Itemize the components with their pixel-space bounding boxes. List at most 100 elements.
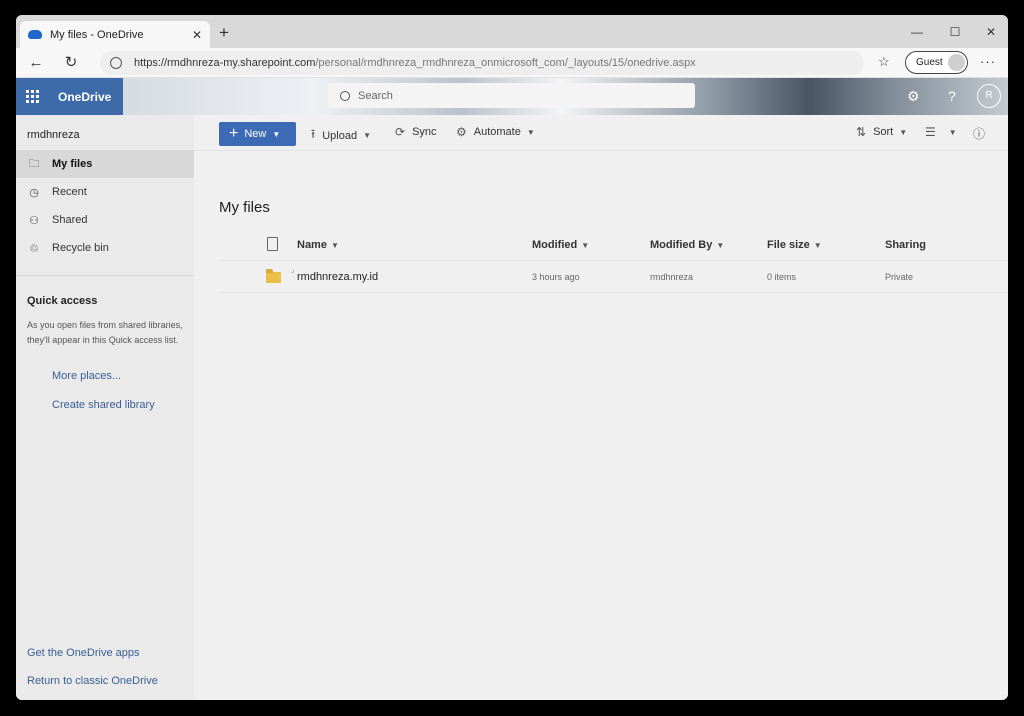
url-input[interactable]: https://rmdhnreza-my.sharepoint.com/pers… (100, 51, 864, 75)
new-label: New (244, 128, 267, 140)
sort-icon: ⇅ (856, 125, 867, 139)
file-modified-by: rmdhnreza (650, 272, 694, 282)
favorites-star-icon[interactable]: ☆ (878, 54, 890, 70)
tab-close-icon[interactable]: ✕ (192, 28, 202, 42)
onedrive-cloud-icon (28, 30, 42, 39)
upload-button[interactable]: ⭱ Upload ▼ (311, 125, 371, 146)
file-type-icon[interactable] (267, 237, 278, 251)
column-file-size-label: File size (767, 239, 810, 251)
help-icon[interactable]: ? (948, 88, 956, 104)
view-options-button[interactable]: ☰ ▼ (925, 125, 957, 139)
url-host: https://rmdhnreza-my.sharepoint.com (134, 57, 316, 69)
classic-onedrive-link[interactable]: Return to classic OneDrive (27, 675, 158, 687)
minimize-button[interactable]: — (906, 22, 928, 42)
account-avatar[interactable]: R (977, 84, 1001, 108)
quick-access-description: As you open files from shared libraries,… (27, 320, 183, 345)
suite-header: OneDrive Search ⚙ ? R (16, 78, 1008, 115)
maximize-button[interactable]: ☐ (944, 22, 966, 42)
new-tab-button[interactable]: + (214, 21, 234, 45)
chevron-down-icon: ▼ (716, 241, 725, 250)
sidebar-item-label: Recycle bin (52, 242, 109, 254)
url-text: https://rmdhnreza-my.sharepoint.com/pers… (134, 57, 696, 69)
sidebar-item-label: Recent (52, 186, 87, 198)
column-file-size[interactable]: File size ▼ (767, 239, 822, 251)
column-name[interactable]: Name ▼ (297, 239, 339, 251)
list-view-icon: ☰ (925, 125, 936, 139)
more-places-link[interactable]: More places... (52, 370, 121, 382)
address-bar-row: ← ↻ https://rmdhnreza-my.sharepoint.com/… (16, 48, 1008, 78)
chevron-down-icon: ▼ (363, 131, 371, 140)
chevron-down-icon: ▼ (330, 241, 339, 250)
plus-icon: + (229, 125, 239, 142)
sidebar-item-shared[interactable]: ⚇ Shared (16, 206, 194, 234)
info-button[interactable]: ⓘ (973, 125, 992, 142)
sort-label: Sort (873, 126, 894, 138)
tab-title: My files - OneDrive (50, 28, 144, 41)
sort-button[interactable]: ⇅ Sort ▼ (856, 125, 907, 139)
browser-window: My files - OneDrive ✕ + — ☐ ✕ ← ↻ https:… (16, 15, 1008, 700)
upload-label: Upload (322, 129, 358, 142)
user-name: rmdhnreza (27, 129, 80, 141)
sync-icon: ⟳ (395, 125, 406, 139)
profile-button[interactable]: Guest (905, 51, 968, 74)
chevron-down-icon: ▼ (899, 127, 908, 137)
back-arrow-icon[interactable]: ← (25, 52, 47, 74)
chevron-down-icon: ▼ (813, 241, 822, 250)
info-icon: ⓘ (973, 127, 986, 141)
chevron-down-icon: ▼ (272, 129, 281, 139)
chevron-down-icon: ▼ (948, 127, 957, 137)
sidebar-divider (16, 275, 194, 276)
folder-icon (266, 269, 281, 283)
column-modified-label: Modified (532, 239, 578, 251)
sidebar-item-recent[interactable]: ◷ Recent (16, 178, 194, 206)
column-modified[interactable]: Modified ▼ (532, 239, 589, 251)
sidebar-item-label: My files (52, 158, 93, 170)
column-modified-by[interactable]: Modified By ▼ (650, 239, 724, 251)
more-options-icon[interactable]: ··· (980, 54, 996, 69)
chevron-down-icon: ▼ (581, 241, 590, 250)
get-apps-link[interactable]: Get the OneDrive apps (27, 647, 140, 659)
shared-indicator-icon: ⌟ (291, 267, 295, 274)
clock-icon: ◷ (29, 186, 39, 199)
trash-icon: ♲ (29, 242, 39, 255)
browser-tab[interactable]: My files - OneDrive ✕ (20, 21, 210, 48)
table-row[interactable]: ⌟ rmdhnreza.my.id 3 hours ago rmdhnreza … (219, 260, 1008, 293)
sync-button[interactable]: ⟳ Sync (395, 125, 437, 139)
settings-gear-icon[interactable]: ⚙ (907, 88, 920, 105)
main-content: + New ▼ ⭱ Upload ▼ ⟳ Sync ⚙ Automate ▼ ⇅… (194, 115, 1008, 700)
create-shared-library-link[interactable]: Create shared library (52, 399, 155, 411)
quick-access-title: Quick access (27, 295, 98, 307)
people-icon: ⚇ (29, 214, 39, 227)
sidebar-item-my-files[interactable]: 🗀 My files (16, 150, 194, 178)
refresh-icon[interactable]: ↻ (60, 52, 82, 74)
url-path: /personal/rmdhnreza_rmdhnreza_onmicrosof… (315, 57, 696, 69)
new-button[interactable]: + New ▼ (219, 122, 296, 146)
guest-avatar-icon (948, 54, 965, 71)
automate-label: Automate (473, 126, 521, 138)
page-title: My files (219, 199, 270, 216)
column-sharing-label: Sharing (885, 239, 926, 251)
file-list-header: Name ▼ Modified ▼ Modified By ▼ File size ▼ … (219, 230, 1008, 260)
search-input[interactable]: Search (328, 83, 695, 108)
automate-button[interactable]: ⚙ Automate ▼ (456, 125, 535, 139)
upload-arrow-icon: ⭱ (311, 127, 316, 141)
sidebar-item-label: Shared (52, 214, 88, 226)
close-window-button[interactable]: ✕ (980, 22, 1002, 42)
sidebar-item-recycle-bin[interactable]: ♲ Recycle bin (16, 234, 194, 262)
file-modified: 3 hours ago (532, 272, 580, 282)
command-bar: + New ▼ ⭱ Upload ▼ ⟳ Sync ⚙ Automate ▼ ⇅… (194, 115, 1008, 151)
search-icon (340, 90, 350, 101)
app-launcher-icon[interactable] (26, 89, 40, 104)
app-name[interactable]: OneDrive (58, 90, 111, 104)
sync-label: Sync (412, 126, 437, 138)
chevron-down-icon: ▼ (526, 127, 535, 137)
profile-label: Guest (916, 57, 943, 68)
site-info-icon[interactable] (110, 57, 122, 69)
file-name[interactable]: rmdhnreza.my.id (297, 271, 378, 283)
column-sharing[interactable]: Sharing (885, 239, 926, 251)
file-size: 0 items (767, 272, 797, 282)
column-modified-by-label: Modified By (650, 239, 713, 251)
folder-icon: 🗀 (28, 157, 40, 170)
automate-icon: ⚙ (456, 125, 467, 139)
tab-strip: My files - OneDrive ✕ + — ☐ ✕ (16, 15, 1008, 48)
